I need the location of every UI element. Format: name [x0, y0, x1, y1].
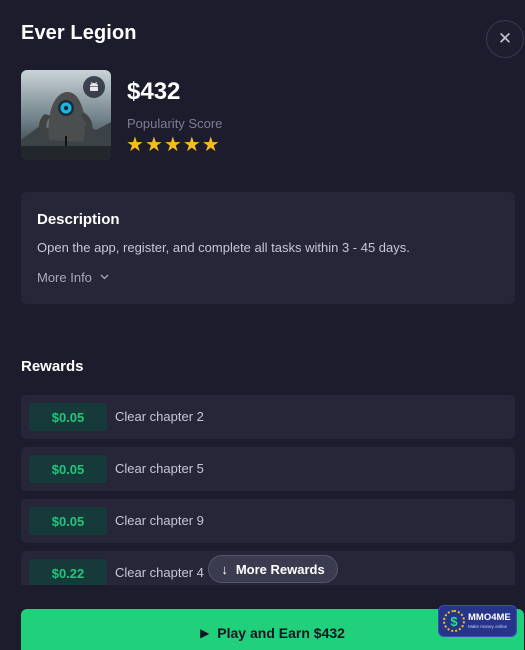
watermark-logo: $ MMO4ME Make money online: [438, 605, 517, 637]
reward-amount: $0.22: [29, 559, 107, 585]
star-icon: ★: [201, 134, 220, 156]
reward-amount: $0.05: [29, 403, 107, 431]
android-icon: [83, 76, 105, 98]
close-icon: ✕: [497, 29, 513, 48]
star-icon: ★: [144, 134, 163, 156]
star-icon: ★: [163, 134, 182, 156]
reward-label: Clear chapter 2: [115, 409, 204, 424]
close-button[interactable]: ✕: [486, 20, 524, 58]
star-icon: ★: [182, 134, 201, 156]
reward-row: $0.05 Clear chapter 5: [21, 447, 515, 491]
more-info-toggle[interactable]: More Info: [37, 270, 109, 285]
more-rewards-label: More Rewards: [235, 561, 325, 577]
reward-row: $0.05 Clear chapter 2: [21, 395, 515, 439]
popularity-label: Popularity Score: [127, 116, 223, 131]
arrow-down-icon: ↓: [221, 561, 228, 577]
description-text: Open the app, register, and complete all…: [37, 240, 410, 255]
more-info-label: More Info: [37, 270, 92, 285]
watermark-main-text: MMO4ME: [468, 612, 511, 623]
reward-label: Clear chapter 5: [115, 461, 204, 476]
reward-label: Clear chapter 4: [115, 565, 204, 580]
reward-row: $0.05 Clear chapter 9: [21, 499, 515, 543]
dollar-coin-icon: $: [443, 610, 465, 632]
offer-detail-page: Ever Legion ✕ $432 Popularity Score ★ ★ …: [0, 0, 525, 650]
reward-price: $432: [127, 78, 181, 105]
description-title: Description: [37, 211, 120, 228]
page-title: Ever Legion: [21, 22, 137, 44]
reward-label: Clear chapter 9: [115, 513, 204, 528]
reward-amount: $0.05: [29, 507, 107, 535]
play-icon: ▶: [200, 626, 210, 640]
star-icon: ★: [126, 134, 144, 156]
description-card: Description Open the app, register, and …: [21, 192, 515, 304]
play-and-earn-label: Play and Earn $432: [217, 625, 345, 641]
rating-stars: ★ ★ ★ ★ ★: [126, 134, 220, 156]
app-thumbnail: [21, 70, 111, 160]
reward-amount: $0.05: [29, 455, 107, 483]
watermark-sub-text: Make money online: [468, 623, 508, 629]
rewards-title: Rewards: [21, 358, 84, 375]
more-rewards-button[interactable]: ↓ More Rewards: [208, 555, 338, 583]
chevron-down-icon: [100, 272, 109, 283]
